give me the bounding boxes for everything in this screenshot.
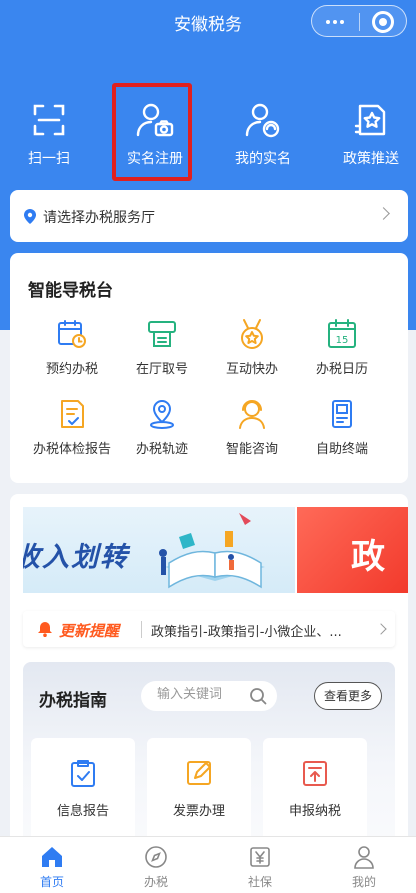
medal-icon [241,319,263,349]
invoice-edit-icon [187,761,211,785]
guide-item-label: 办税体检报告 [32,442,111,457]
tab-mine[interactable]: 我的 [312,845,416,890]
close-program-icon[interactable] [372,11,394,33]
guide-tile-invoice[interactable]: 发票办理 [147,738,251,848]
search-icon [250,688,267,705]
guide-item-self-service[interactable]: 自助终端 [297,398,387,457]
guide-item-label: 办税轨迹 [135,442,188,457]
quick-action-scan[interactable]: 扫一扫 [4,96,94,180]
guide-item-interactive[interactable]: 互动快办 [207,318,297,377]
bottom-tab-bar: 首页 办税 社保 我的 [0,836,416,893]
navigation-bar: 安徽税务 [0,0,416,44]
view-more-button[interactable]: 查看更多 [314,682,382,710]
chevron-right-icon [375,623,387,635]
guide-item-tax-calendar[interactable]: 15 办税日历 [297,318,387,377]
headset-agent-icon [239,400,265,429]
ticket-machine-icon [148,321,176,347]
home-icon [42,847,62,867]
tax-declare-icon [303,761,327,786]
guide-item-label: 在厅取号 [135,362,188,377]
tab-home[interactable]: 首页 [0,845,104,890]
info-report-icon [71,760,95,787]
document-star-icon [354,104,386,136]
guide-item-appointment[interactable]: 预约办税 [27,318,117,377]
scan-icon [33,104,65,136]
notice-tag: 更新提醒 [59,622,120,640]
calendar-clock-icon [58,320,86,348]
highlight-box [112,83,192,181]
guide-item-label: 互动快办 [225,362,278,377]
update-notice[interactable]: 更新提醒 政策指引-政策指引-小微企业、... [23,611,395,647]
svg-text:15: 15 [336,335,349,346]
service-hall-text: 请选择办税服务厅 [43,210,155,226]
notice-divider [141,621,142,638]
book-illustration [159,513,265,589]
banner-policy[interactable]: 政 [297,507,408,593]
smart-guide-card: 智能导税台 预约办税 在厅取号 互动快办 15 办税日历 办税体检报告 办税轨迹… [10,253,408,483]
service-hall-selector[interactable]: 请选择办税服务厅 [10,190,408,242]
tab-label: 我的 [351,875,376,889]
capsule-divider [359,13,360,31]
notice-text: 政策指引-政策指引-小微企业、... [151,625,342,640]
more-options-icon[interactable] [326,20,347,39]
quick-action-policy-push[interactable]: 政策推送 [326,96,416,180]
quick-action-label: 扫一扫 [28,151,70,167]
guide-item-label: 办税日历 [315,362,368,377]
bell-icon [38,622,52,637]
search-input[interactable] [157,687,245,702]
guide-item-health-report[interactable]: 办税体检报告 [27,398,117,457]
content-card: 收入划转 政 更新提醒 政策指引-政策指引-小微企业、... 办税指南 输入关键… [10,494,408,893]
section-title: 智能导税台 [28,281,113,301]
guide-tile-label: 申报纳税 [288,804,341,819]
tab-tax[interactable]: 办税 [104,845,208,890]
mini-program-capsule [311,5,407,37]
guide-tile-label: 发票办理 [172,804,225,819]
person-icon [354,846,374,869]
guide-item-label: 预约办税 [45,362,98,377]
guide-item-tax-track[interactable]: 办税轨迹 [117,398,207,457]
location-pin-icon [150,399,174,429]
tab-label: 办税 [143,875,168,889]
guide-item-queue-number[interactable]: 在厅取号 [117,318,207,377]
banner-text: 政 [351,537,385,577]
guide-item-label: 自助终端 [315,442,368,457]
quick-action-label: 我的实名 [235,151,291,167]
report-check-icon [61,400,84,428]
guide-tile-tax-declare[interactable]: 申报纳税 [263,738,367,848]
user-badge-icon [245,103,280,138]
search-box[interactable] [141,681,277,711]
banner-text: 收入划转 [23,542,129,573]
section-title: 办税指南 [39,691,107,711]
location-icon [24,209,36,224]
guide-tile-info-report[interactable]: 信息报告 [31,738,135,848]
quick-action-my-realname[interactable]: 我的实名 [218,96,308,180]
calendar-15-icon: 15 [328,319,356,348]
banner-income-transfer[interactable]: 收入划转 [23,507,295,593]
tab-label: 首页 [39,875,64,889]
compass-icon [145,846,167,868]
tab-label: 社保 [247,875,272,889]
chevron-right-icon [377,207,390,220]
guide-tile-label: 信息报告 [56,804,109,819]
kiosk-icon [332,400,352,428]
guide-item-smart-consult[interactable]: 智能咨询 [207,398,297,457]
guide-item-label: 智能咨询 [225,442,278,457]
yen-card-icon [250,847,270,867]
quick-action-label: 政策推送 [343,151,399,167]
tab-social-security[interactable]: 社保 [208,845,312,890]
